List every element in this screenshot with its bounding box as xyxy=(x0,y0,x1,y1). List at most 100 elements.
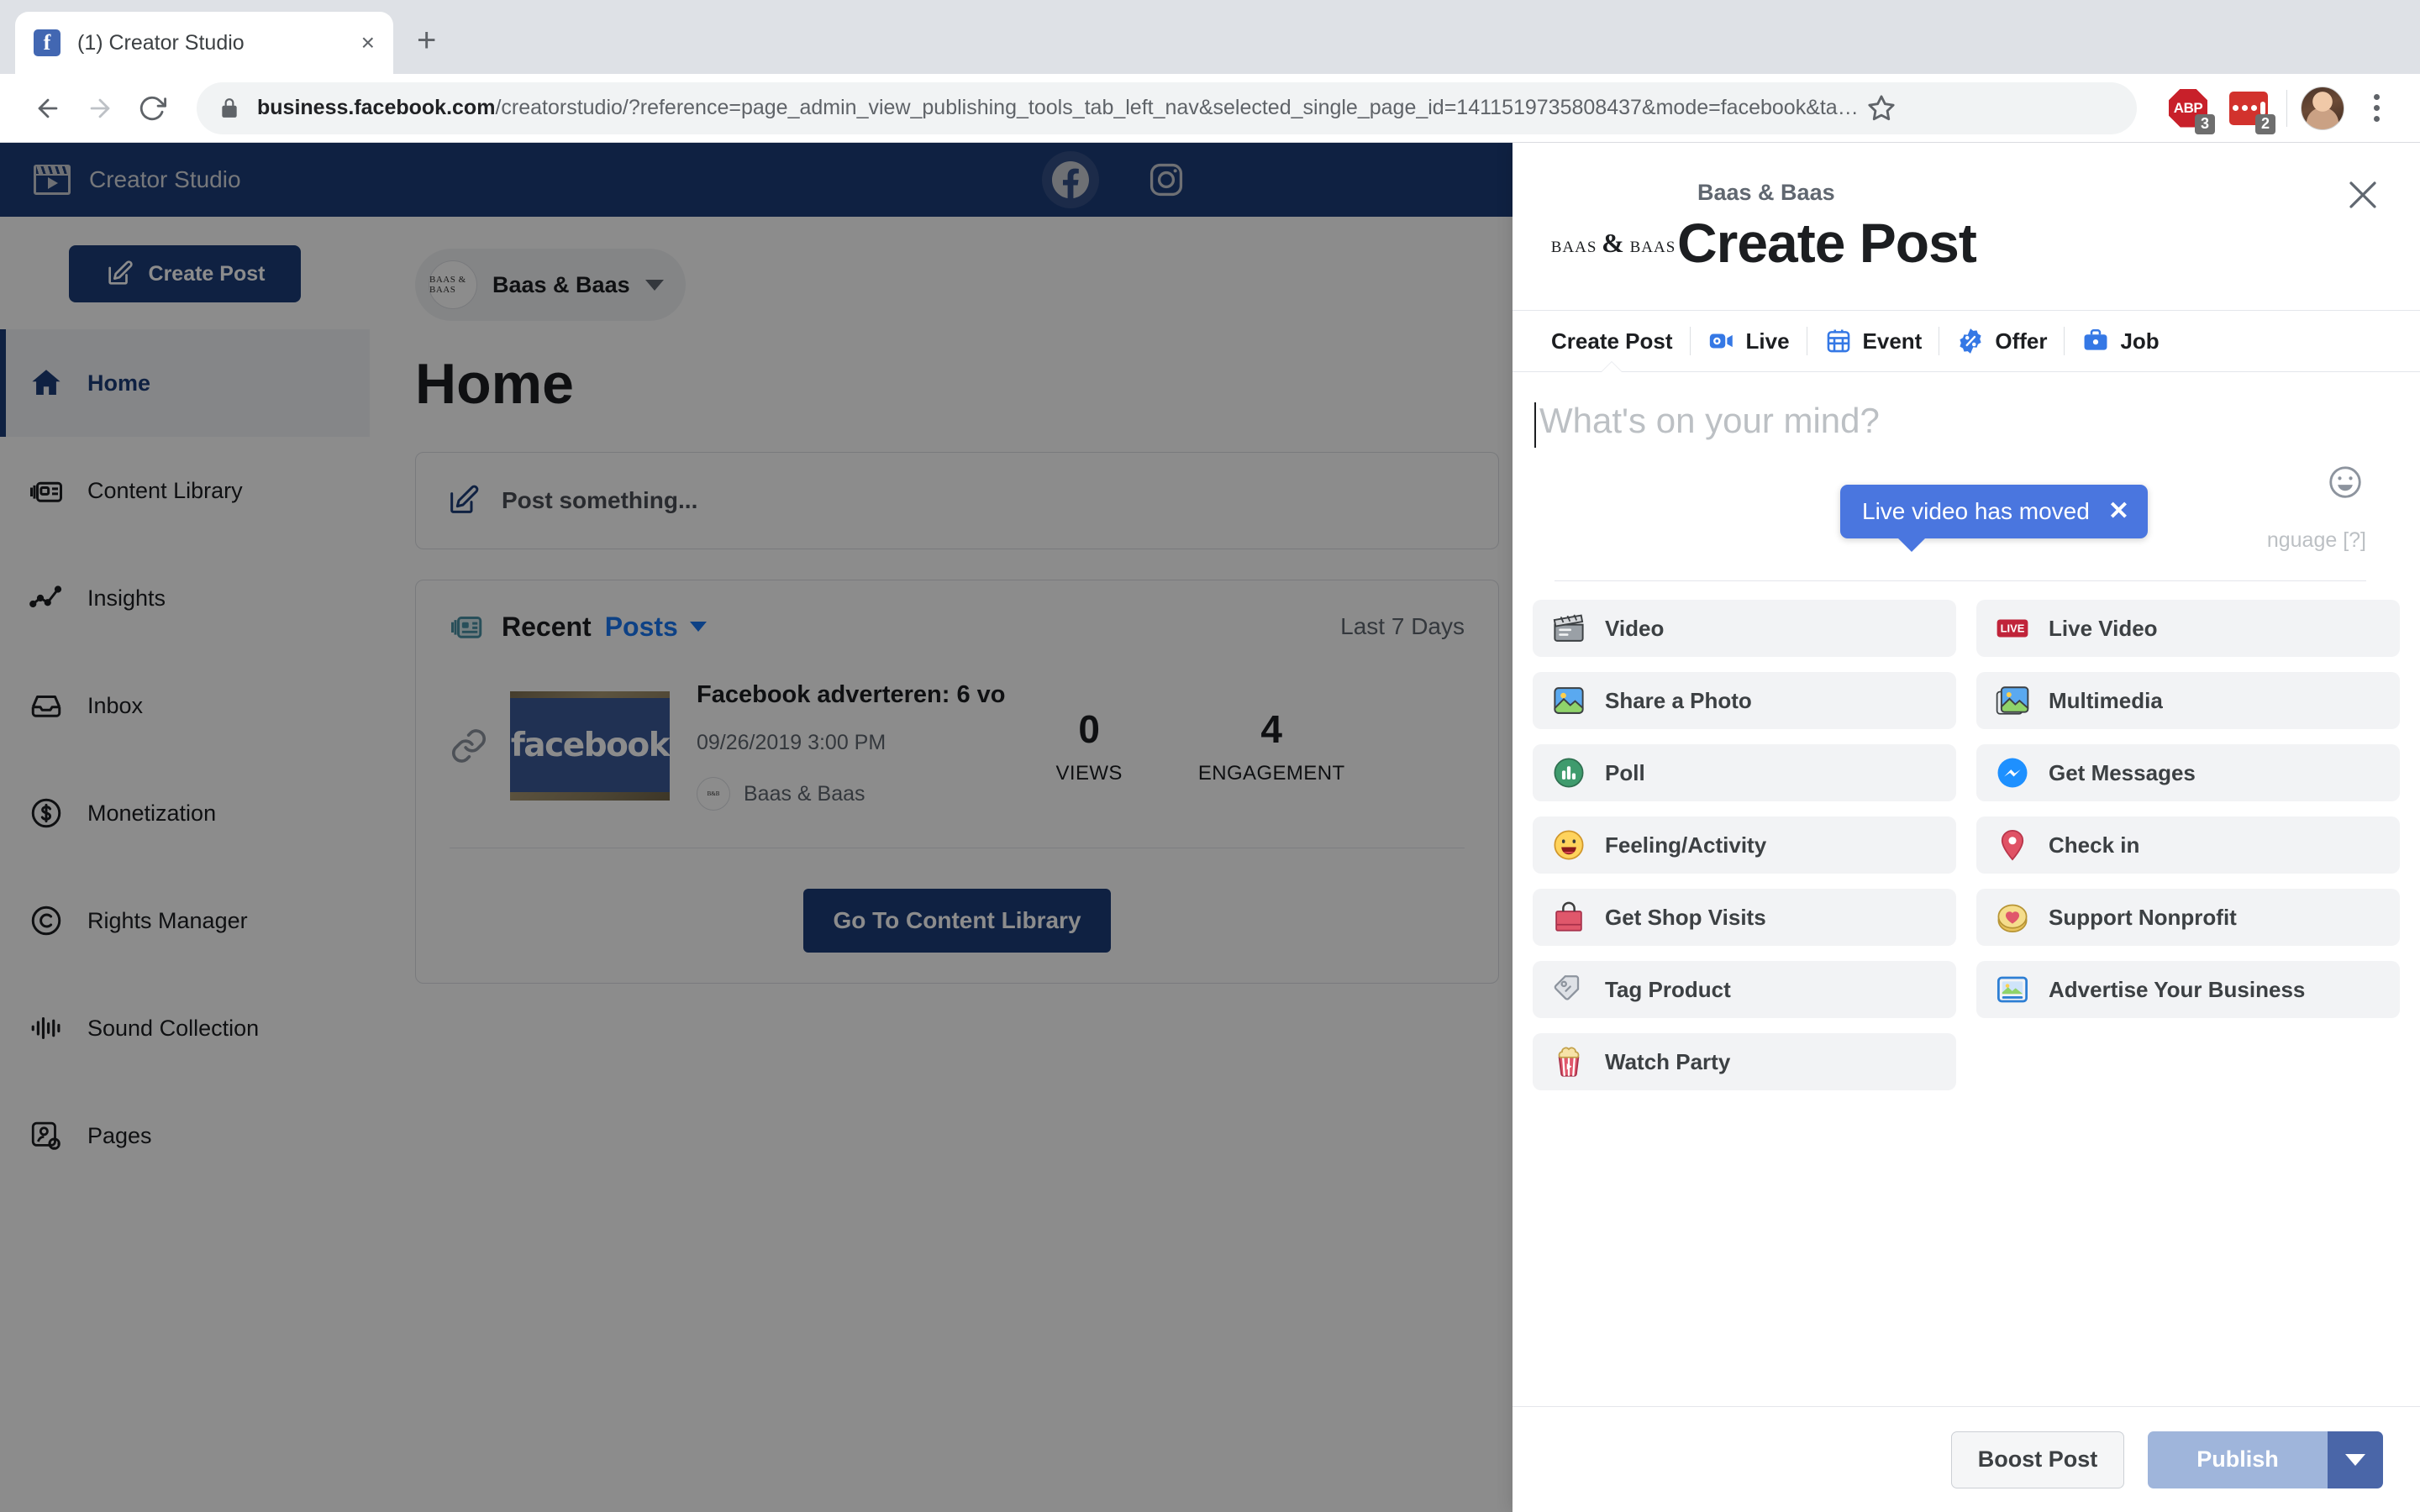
tab-live[interactable]: Live xyxy=(1691,310,1807,372)
option-advertise-your-business[interactable]: Advertise Your Business xyxy=(1976,961,2400,1018)
dialog-title-row: BAAS & BAAS Create Post xyxy=(1549,211,2383,275)
url-domain: business.facebook.com xyxy=(257,96,496,119)
option-label: Feeling/Activity xyxy=(1605,832,1767,858)
option-live-video[interactable]: LIVE Live Video xyxy=(1976,600,2400,657)
dialog-composer: What's on your mind? nguage [?] Live vid… xyxy=(1512,372,2420,581)
dialog-footer: Boost Post Publish xyxy=(1512,1406,2420,1512)
option-placeholder xyxy=(1976,1033,2400,1090)
smiley-face-icon xyxy=(1551,827,1586,863)
create-post-dialog: Baas & Baas BAAS & BAAS Create Post Crea… xyxy=(1512,143,2420,1512)
chrome-menu-icon[interactable] xyxy=(2354,87,2398,130)
toolbar-divider xyxy=(2286,89,2287,127)
dialog-page-name: Baas & Baas xyxy=(1697,180,1835,205)
add-language-label[interactable]: nguage [?] xyxy=(2267,528,2366,553)
tab-job[interactable]: Job xyxy=(2065,310,2175,372)
live-video-moved-tooltip: Live video has moved ✕ xyxy=(1840,485,2148,552)
adblock-badge: 3 xyxy=(2194,113,2215,134)
close-icon[interactable] xyxy=(2343,175,2383,215)
percent-badge-icon xyxy=(1956,327,1985,355)
option-feeling-activity[interactable]: Feeling/Activity xyxy=(1533,816,1956,874)
tab-strip: f (1) Creator Studio × + xyxy=(0,0,2420,74)
browser-toolbar: business.facebook.com/creatorstudio/?ref… xyxy=(0,74,2420,143)
red-extension-badge: 2 xyxy=(2254,113,2275,134)
option-share-a-photo[interactable]: Share a Photo xyxy=(1533,672,1956,729)
browser-tab[interactable]: f (1) Creator Studio × xyxy=(15,12,393,74)
close-icon[interactable]: × xyxy=(361,31,375,55)
multimedia-icon xyxy=(1995,683,2030,718)
option-label: Poll xyxy=(1605,759,1645,785)
dialog-header: Baas & Baas BAAS & BAAS Create Post xyxy=(1512,143,2420,275)
bookmark-star-icon[interactable] xyxy=(1867,94,1896,123)
post-text-input[interactable]: What's on your mind? xyxy=(1534,401,2386,453)
option-label: Get Messages xyxy=(2049,759,2196,785)
tab-label: Create Post xyxy=(1551,328,1673,354)
option-label: Multimedia xyxy=(2049,687,2163,713)
option-check-in[interactable]: Check in xyxy=(1976,816,2400,874)
tab-create-post[interactable]: Create Post xyxy=(1534,310,1690,372)
option-poll[interactable]: Poll xyxy=(1533,744,1956,801)
tab-event[interactable]: Event xyxy=(1807,310,1939,372)
option-label: Get Shop Visits xyxy=(1605,904,1766,930)
url-path: /creatorstudio/?reference=page_admin_vie… xyxy=(495,96,1859,119)
option-tag-product[interactable]: Tag Product xyxy=(1533,961,1956,1018)
smiley-icon[interactable] xyxy=(2326,463,2365,501)
post-text-placeholder: What's on your mind? xyxy=(1539,401,1880,440)
option-label: Check in xyxy=(2049,832,2140,858)
option-video[interactable]: Video xyxy=(1533,600,1956,657)
popcorn-icon xyxy=(1551,1044,1586,1079)
dialog-tabs: Create Post Live Event Offer Job xyxy=(1512,310,2420,372)
option-label: Video xyxy=(1605,615,1665,641)
messenger-icon xyxy=(1995,755,2030,790)
option-label: Live Video xyxy=(2049,615,2158,641)
divider xyxy=(1555,580,2366,581)
back-icon[interactable] xyxy=(22,82,74,134)
reload-icon[interactable] xyxy=(126,82,178,134)
live-badge-icon: LIVE xyxy=(1995,611,2030,646)
clapperboard-icon xyxy=(1551,611,1586,646)
tab-label: Offer xyxy=(1995,328,2048,354)
browser-profile-avatar[interactable] xyxy=(2301,86,2344,130)
forward-icon[interactable] xyxy=(74,82,126,134)
page-viewport: Creator Studio Create Post Home Content … xyxy=(0,143,2420,1512)
live-camera-icon xyxy=(1707,327,1736,355)
address-bar[interactable]: business.facebook.com/creatorstudio/?ref… xyxy=(197,81,2137,134)
publish-button-group: Publish xyxy=(2148,1431,2383,1488)
location-pin-icon xyxy=(1995,827,2030,863)
composer-tools: nguage [?] Live video has moved ✕ xyxy=(1534,463,2386,580)
chevron-down-icon xyxy=(2345,1453,2365,1466)
lock-icon xyxy=(218,97,240,119)
red-extension-icon[interactable]: 2 xyxy=(2224,84,2275,134)
close-icon[interactable]: ✕ xyxy=(2108,499,2129,524)
publish-options-button[interactable] xyxy=(2328,1431,2383,1488)
shopping-bag-icon xyxy=(1551,900,1586,935)
heart-coin-icon xyxy=(1995,900,2030,935)
option-support-nonprofit[interactable]: Support Nonprofit xyxy=(1976,889,2400,946)
tab-label: Event xyxy=(1862,328,1923,354)
dialog-title: Create Post xyxy=(1677,212,1977,274)
option-get-shop-visits[interactable]: Get Shop Visits xyxy=(1533,889,1956,946)
text-cursor xyxy=(1534,402,1536,448)
address-bar-text: business.facebook.com/creatorstudio/?ref… xyxy=(257,96,1859,120)
option-watch-party[interactable]: Watch Party xyxy=(1533,1033,1956,1090)
facebook-favicon-icon: f xyxy=(34,29,60,56)
tab-label: Job xyxy=(2120,328,2160,354)
publish-button[interactable]: Publish xyxy=(2148,1431,2328,1488)
tab-label: Live xyxy=(1745,328,1790,354)
price-tag-icon xyxy=(1551,972,1586,1007)
briefcase-icon xyxy=(2081,327,2110,355)
option-label: Share a Photo xyxy=(1605,687,1752,713)
adblock-plus-icon[interactable]: ABP 3 xyxy=(2164,84,2215,134)
photo-icon xyxy=(1551,683,1586,718)
option-multimedia[interactable]: Multimedia xyxy=(1976,672,2400,729)
svg-text:LIVE: LIVE xyxy=(2001,622,2025,635)
option-label: Tag Product xyxy=(1605,976,1731,1002)
tooltip-text: Live video has moved xyxy=(1862,498,2090,524)
boost-post-button[interactable]: Boost Post xyxy=(1951,1431,2124,1488)
option-get-messages[interactable]: Get Messages xyxy=(1976,744,2400,801)
new-tab-button[interactable]: + xyxy=(417,24,436,57)
modal-overlay[interactable] xyxy=(0,143,1512,1512)
tab-offer[interactable]: Offer xyxy=(1939,310,2064,372)
browser-window: f (1) Creator Studio × + business.facebo… xyxy=(0,0,2420,1512)
advertise-icon xyxy=(1995,972,2030,1007)
tab-title: (1) Creator Studio xyxy=(77,30,245,55)
